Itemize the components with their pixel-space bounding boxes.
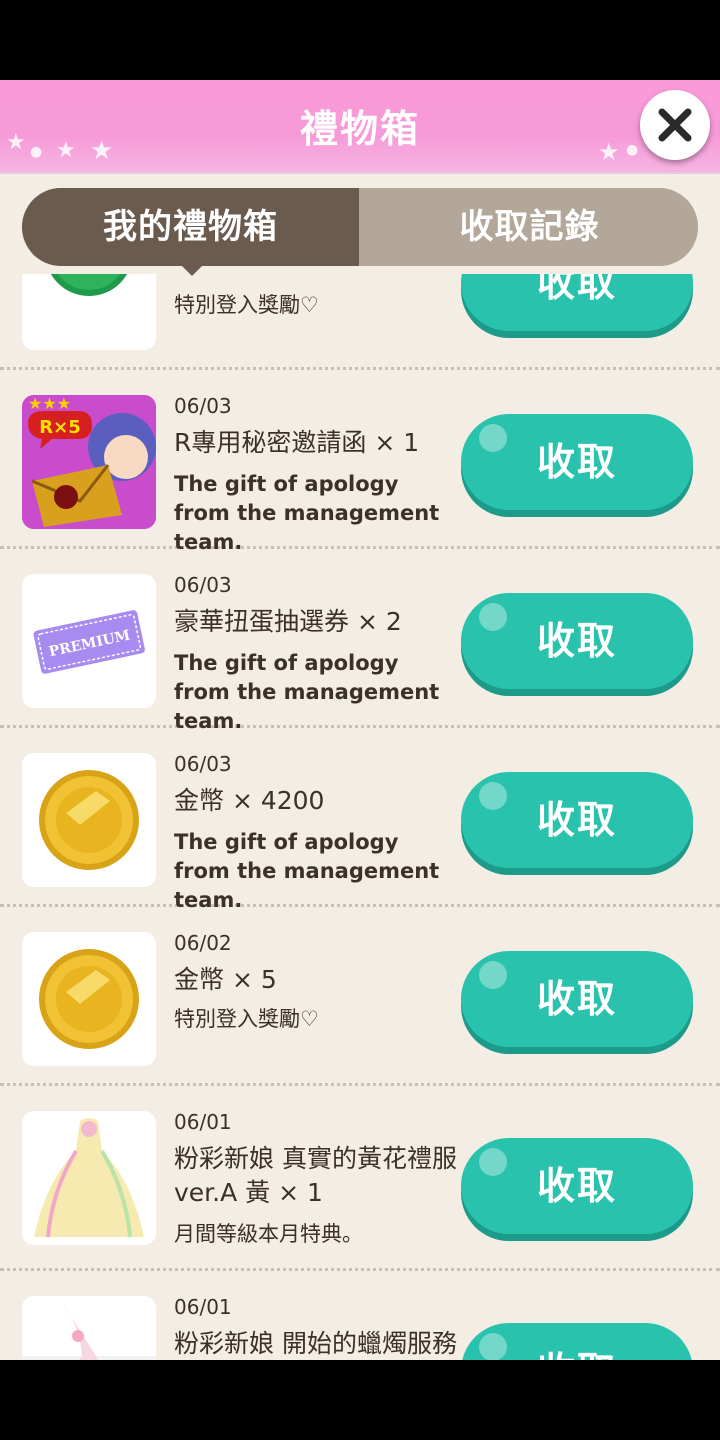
list-item: 特別登入獎勵♡ 收取 [0, 274, 720, 370]
tab-my-gift-box[interactable]: 我的禮物箱 [22, 188, 359, 266]
item-name: R專用秘密邀請函 × 1 [174, 428, 420, 457]
status-bar [0, 0, 720, 80]
dress-icon [22, 1302, 156, 1360]
tab-receive-history[interactable]: 收取記錄 [361, 188, 698, 266]
receive-button[interactable]: 收取 [461, 414, 693, 510]
item-description: The gift of apology from the management … [174, 472, 440, 554]
active-tab-pointer [180, 264, 204, 276]
item-thumbnail: PREMIUM [22, 574, 156, 708]
gift-box-screen: ★ ● ★ ★ ★ ● 禮物箱 我的禮物箱 收取記錄 特別登入獎勵♡ 收取 R×… [0, 80, 720, 1360]
item-description: 特別登入獎勵♡ [174, 1007, 319, 1031]
invitation-card-icon: R×5 ★★★ [22, 395, 156, 529]
page-title: 禮物箱 [299, 107, 420, 151]
item-description: The gift of apology from the management … [174, 651, 440, 733]
item-date: 06/03 [174, 394, 232, 418]
item-date: 06/01 [174, 1295, 232, 1319]
item-thumbnail [22, 932, 156, 1066]
item-thumbnail [22, 753, 156, 887]
close-button[interactable] [640, 90, 710, 160]
item-thumbnail [22, 274, 156, 350]
item-thumbnail [22, 1111, 156, 1245]
receive-button[interactable]: 收取 [461, 1138, 693, 1234]
header-bar: ★ ● ★ ★ ★ ● 禮物箱 [0, 80, 720, 174]
list-item: PREMIUM 06/03 豪華扭蛋抽選券 × 2 The gift of ap… [0, 549, 720, 733]
list-item: 06/03 金幣 × 4200 The gift of apology from… [0, 728, 720, 912]
item-description: The gift of apology from the management … [174, 830, 440, 912]
item-thumbnail [22, 1296, 156, 1360]
receive-button[interactable]: 收取 [461, 1323, 693, 1360]
badge-text: R×5 [39, 417, 80, 438]
item-name: 粉彩新娘 開始的蠟燭服務 ver.A 黃 × 1 [174, 1329, 457, 1358]
item-date: 06/01 [174, 1110, 232, 1134]
list-item: 06/02 金幣 × 5 特別登入獎勵♡ 收取 [0, 907, 720, 1086]
item-description: 特別登入獎勵♡ [174, 293, 319, 317]
premium-ticket-icon: PREMIUM [33, 610, 145, 674]
item-date: 06/03 [174, 573, 232, 597]
receive-button[interactable]: 收取 [461, 593, 693, 689]
close-icon [658, 108, 692, 142]
item-description: 月間等級本月特典。 [174, 1222, 363, 1246]
list-item: 06/01 粉彩新娘 真實的黃花禮服 ver.A 黃 × 1 月間等級本月特典。… [0, 1086, 720, 1271]
tab-bar: 我的禮物箱 收取記錄 [22, 188, 698, 266]
navigation-bar [0, 1360, 720, 1440]
receive-button[interactable]: 收取 [461, 274, 693, 331]
svg-text:★★★: ★★★ [28, 395, 71, 413]
item-date: 06/03 [174, 752, 232, 776]
list-item: 06/01 粉彩新娘 開始的蠟燭服務 ver.A 黃 × 1 收取 [0, 1271, 720, 1360]
gift-list[interactable]: 特別登入獎勵♡ 收取 R×5 ★★★ 06/03 R專用秘密邀請函 × 1 Th… [0, 274, 720, 1360]
dress-icon [34, 1118, 144, 1238]
item-name: 豪華扭蛋抽選券 × 2 [174, 607, 402, 636]
item-date: 06/02 [174, 931, 232, 955]
green-p-icon [50, 274, 128, 296]
receive-button[interactable]: 收取 [461, 951, 693, 1047]
item-name: 金幣 × 4200 [174, 786, 325, 815]
gold-coin-icon [39, 770, 139, 870]
item-thumbnail: R×5 ★★★ [22, 395, 156, 529]
list-item: R×5 ★★★ 06/03 R專用秘密邀請函 × 1 The gift of a… [0, 370, 720, 554]
item-name: 粉彩新娘 真實的黃花禮服 ver.A 黃 × 1 [174, 1144, 457, 1207]
item-name: 金幣 × 5 [174, 965, 277, 994]
receive-button[interactable]: 收取 [461, 772, 693, 868]
gold-coin-icon [39, 949, 139, 1049]
